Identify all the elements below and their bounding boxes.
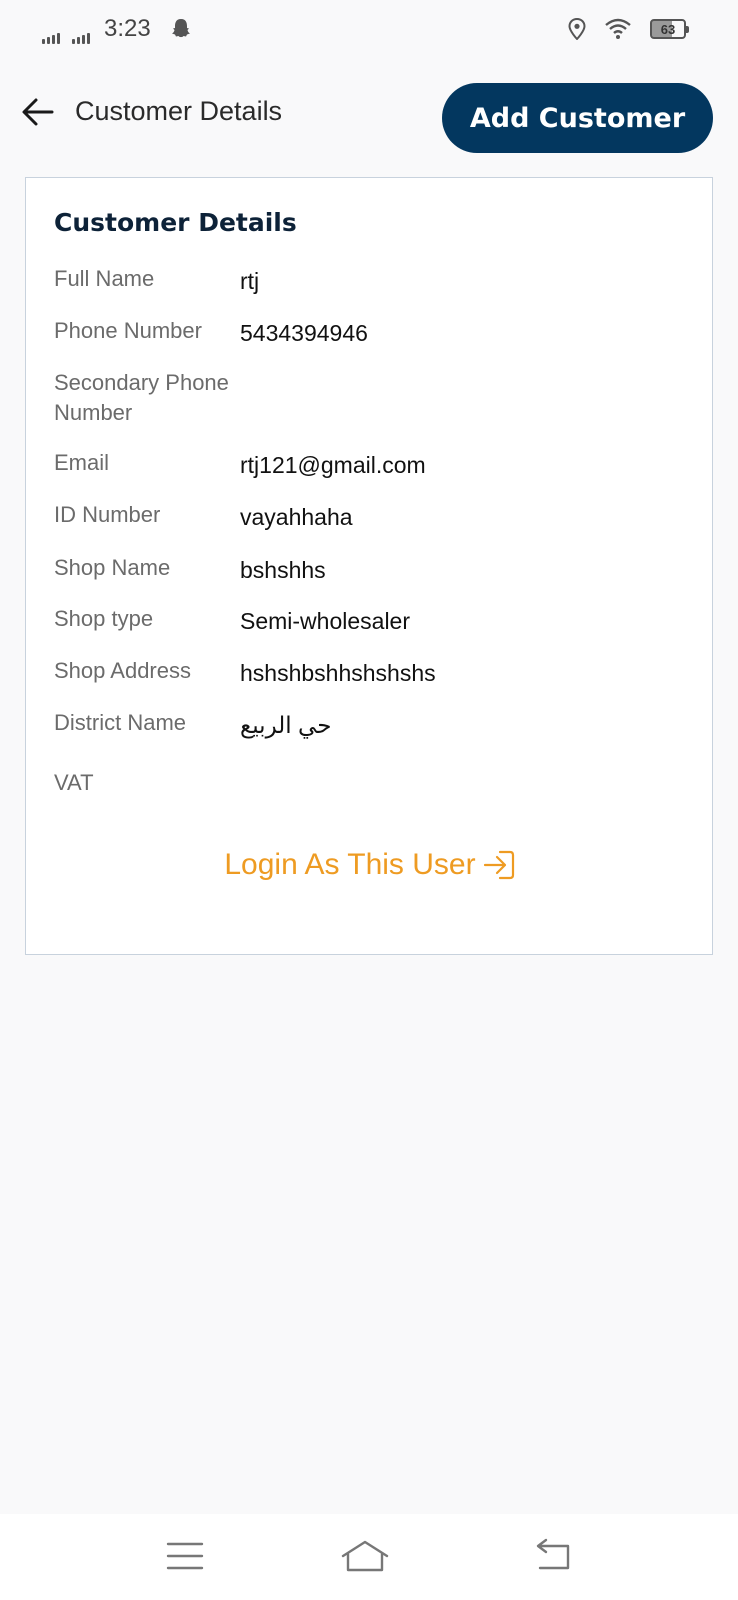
snapchat-icon [171,19,190,38]
battery-icon: 63 [650,19,689,39]
login-as-user-label: Login As This User [224,848,476,881]
signal-icon [72,30,90,44]
field-label: District Name [54,710,187,735]
customer-details-card: Customer Details Full Name rtj Phone Num… [25,177,713,955]
location-icon [568,18,586,40]
status-time: 3:23 [104,15,151,42]
home-icon[interactable] [340,1536,390,1576]
field-value: hshshbshhshshshs [240,660,436,686]
field-label: Phone Number [54,318,202,343]
system-nav-bar [0,1514,738,1600]
wifi-icon [605,18,631,39]
app-header: Customer Details Add Customer [0,78,738,154]
field-value: rtj [240,268,260,294]
signal-icon [42,30,60,44]
card-title: Customer Details [54,208,297,237]
login-as-user-link[interactable]: Login As This User [26,848,714,882]
field-label: Shop type [54,606,154,631]
battery-level: 63 [660,21,676,37]
field-label: Full Name [54,266,155,291]
menu-icon[interactable] [160,1536,210,1576]
field-value: vayahhaha [240,504,353,530]
field-value: حي الربيع [240,712,332,738]
field-label: Shop Name [54,555,171,580]
add-customer-button[interactable]: Add Customer [442,83,713,153]
field-value: bshshhs [240,557,326,583]
field-label: ID Number [54,502,161,527]
page-title: Customer Details [75,96,283,126]
status-bar: 3:23 63 [0,0,738,60]
field-label: Shop Address [54,658,191,683]
field-value: rtj121@gmail.com [240,452,426,478]
field-label: Secondary Phone Number [54,370,229,425]
back-arrow-icon[interactable] [20,94,56,130]
back-nav-icon[interactable] [530,1536,580,1576]
login-icon [483,850,514,880]
field-label: Email [54,450,110,475]
field-label: VAT [54,770,94,795]
field-value: Semi-wholesaler [240,608,411,634]
field-value: 5434394946 [240,320,368,346]
